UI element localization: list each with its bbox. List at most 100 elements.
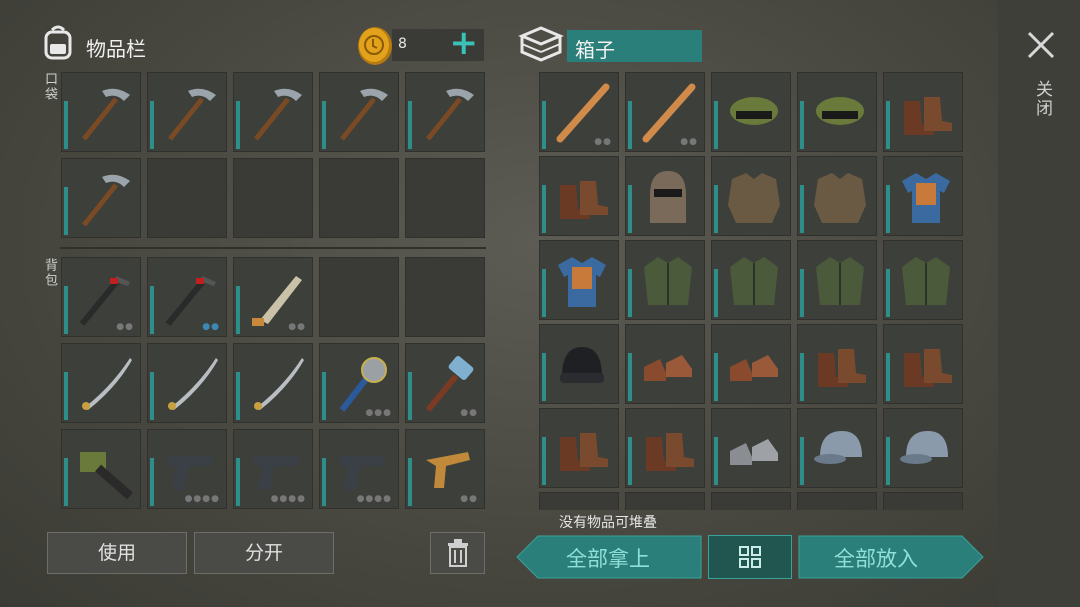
baseball-cap-icon xyxy=(814,431,862,464)
durability-bar xyxy=(714,101,718,149)
pocket-slot[interactable] xyxy=(319,158,399,238)
quality-dots: ●●●● xyxy=(184,494,220,504)
put-all-button[interactable]: 全部放入 xyxy=(798,535,984,579)
box-slot[interactable] xyxy=(711,324,791,404)
durability-bar xyxy=(408,101,412,149)
backpack-slot[interactable] xyxy=(319,257,399,337)
box-slot[interactable] xyxy=(625,324,705,404)
close-label[interactable]: 关闭 xyxy=(1030,80,1055,118)
backpack-slot[interactable]: ●●●● xyxy=(233,429,313,509)
coin-count: 8 xyxy=(398,36,407,52)
durability-bar xyxy=(542,185,546,233)
box-slot[interactable] xyxy=(539,492,619,510)
coin-count-box: 8 + xyxy=(392,23,484,63)
durability-bar xyxy=(408,458,412,506)
durability-bar xyxy=(150,286,154,334)
durability-bar xyxy=(542,353,546,401)
pocket-slot[interactable] xyxy=(233,158,313,238)
box-slot[interactable] xyxy=(539,156,619,236)
box-slot[interactable] xyxy=(625,408,705,488)
box-slot[interactable] xyxy=(883,156,963,236)
backpack-slot[interactable] xyxy=(405,257,485,337)
box-slot[interactable] xyxy=(711,156,791,236)
backpack-slot[interactable] xyxy=(61,429,141,509)
box-slot[interactable] xyxy=(625,156,705,236)
box-slot[interactable] xyxy=(711,408,791,488)
backpack-slot[interactable]: ●● xyxy=(61,257,141,337)
box-slot[interactable] xyxy=(539,408,619,488)
box-slot[interactable] xyxy=(711,492,791,510)
backpack-slot[interactable]: ●● xyxy=(233,257,313,337)
backpack-slot[interactable]: ●● xyxy=(405,429,485,509)
sort-button[interactable] xyxy=(708,535,792,579)
durability-bar xyxy=(236,458,240,506)
durability-bar xyxy=(628,185,632,233)
backpack-slot[interactable] xyxy=(147,343,227,423)
blue-shirt-icon xyxy=(902,173,950,223)
add-coins-button[interactable]: + xyxy=(450,23,479,63)
backpack-slot[interactable] xyxy=(61,343,141,423)
box-slot[interactable] xyxy=(883,408,963,488)
coin-icon xyxy=(356,26,394,66)
close-panel: 关闭 xyxy=(998,0,1080,607)
durability-bar xyxy=(714,269,718,317)
backpack-slot[interactable]: ●● xyxy=(405,343,485,423)
backpack-slot[interactable] xyxy=(233,343,313,423)
box-slot[interactable] xyxy=(883,240,963,320)
pocket-slot[interactable] xyxy=(319,72,399,152)
pickaxe-icon xyxy=(168,88,216,141)
box-slot[interactable] xyxy=(797,156,877,236)
durability-bar xyxy=(542,437,546,485)
backpack-slot[interactable]: ●●●● xyxy=(147,429,227,509)
pocket-label: 口袋 xyxy=(42,72,57,102)
quality-dots: ●●●● xyxy=(356,494,392,504)
box-slot[interactable]: ●● xyxy=(539,72,619,152)
pocket-slot[interactable] xyxy=(61,72,141,152)
box-slot[interactable] xyxy=(711,72,791,152)
split-button[interactable]: 分开 xyxy=(194,532,334,574)
backpack-slot[interactable]: ●●●● xyxy=(319,429,399,509)
box-slot[interactable] xyxy=(797,240,877,320)
pocket-slot[interactable] xyxy=(147,72,227,152)
pocket-slot[interactable] xyxy=(233,72,313,152)
beanie-icon xyxy=(560,347,604,383)
box-slot[interactable] xyxy=(883,72,963,152)
durability-bar xyxy=(800,353,804,401)
pickaxe-icon xyxy=(340,88,388,141)
box-slot[interactable] xyxy=(883,324,963,404)
pocket-slot[interactable] xyxy=(147,158,227,238)
katana-icon xyxy=(254,358,304,410)
take-all-button[interactable]: 全部拿上 xyxy=(516,535,702,579)
pocket-slot[interactable] xyxy=(405,158,485,238)
close-icon[interactable] xyxy=(1026,30,1056,60)
durability-bar xyxy=(628,101,632,149)
quality-dots: ●●●● xyxy=(270,494,306,504)
box-title: 箱子 xyxy=(575,38,615,62)
box-slot[interactable] xyxy=(797,72,877,152)
trash-button[interactable] xyxy=(430,532,485,574)
box-slot[interactable]: ●● xyxy=(625,72,705,152)
box-slot[interactable] xyxy=(797,324,877,404)
box-slot[interactable] xyxy=(883,492,963,510)
backpack-slot[interactable]: ●● xyxy=(147,257,227,337)
box-slot[interactable] xyxy=(797,492,877,510)
use-button[interactable]: 使用 xyxy=(47,532,187,574)
blue-shirt-icon xyxy=(558,257,606,307)
section-divider xyxy=(60,247,486,249)
box-slot[interactable] xyxy=(711,240,791,320)
saw-mace-icon xyxy=(339,357,387,412)
box-slot[interactable] xyxy=(625,240,705,320)
backpack-slot[interactable]: ●●● xyxy=(319,343,399,423)
boots-icon xyxy=(904,97,952,135)
box-slot[interactable] xyxy=(625,492,705,510)
pocket-slot[interactable] xyxy=(405,72,485,152)
box-slot[interactable] xyxy=(539,324,619,404)
pistol-icon xyxy=(168,456,212,490)
pistol-icon xyxy=(254,456,298,490)
box-slot[interactable] xyxy=(539,240,619,320)
box-title-field[interactable]: 箱子 xyxy=(567,30,702,62)
shoes-icon xyxy=(730,355,778,381)
pocket-slot[interactable] xyxy=(61,158,141,238)
box-slot[interactable] xyxy=(797,408,877,488)
durability-bar xyxy=(150,372,154,420)
